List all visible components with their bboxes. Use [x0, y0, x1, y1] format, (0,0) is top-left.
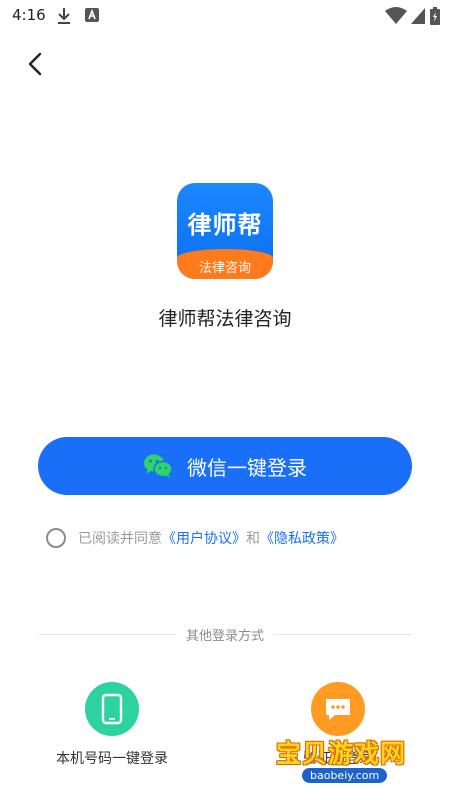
download-icon	[58, 8, 70, 24]
agreement-and: 和	[246, 531, 260, 547]
wechat-login-button[interactable]: 微信一键登录	[38, 437, 412, 495]
message-icon	[326, 699, 350, 720]
battery-icon	[430, 7, 440, 25]
other-login-title: 其他登录方式	[175, 629, 274, 644]
agreement-row: 已阅读并同意 《用户协议》 和 《隐私政策》	[46, 528, 344, 548]
back-button[interactable]	[20, 48, 52, 80]
app-name: 律师帮法律咨询	[158, 308, 292, 330]
phone-icon	[101, 693, 123, 725]
wifi-icon	[385, 7, 407, 24]
wechat-icon	[144, 454, 173, 478]
phone-login-label: 本机号码一键登录	[56, 751, 168, 767]
watermark-url: baobeiy.com	[302, 768, 388, 783]
site-watermark: 宝贝游戏网 baobeiy.com	[262, 728, 442, 792]
wechat-login-label: 微信一键登录	[187, 455, 307, 480]
phone-login-icon-circle	[85, 682, 139, 736]
logo-title: 律师帮	[187, 211, 263, 239]
privacy-policy-link[interactable]: 《隐私政策》	[260, 528, 344, 548]
phone-login-option[interactable]: 本机号码一键登录	[37, 682, 187, 768]
agreement-prefix: 已阅读并同意	[78, 531, 162, 547]
logo-subtitle: 法律咨询	[198, 261, 251, 276]
watermark-text: 宝贝游戏网	[276, 739, 407, 768]
status-bar: 4:16	[0, 0, 450, 32]
status-time: 4:16	[12, 6, 46, 24]
chevron-left-icon	[28, 52, 42, 76]
signal-icon	[411, 8, 425, 24]
user-agreement-link[interactable]: 《用户协议》	[162, 528, 246, 548]
other-login-divider: 其他登录方式	[38, 624, 412, 644]
app-notification-icon	[85, 8, 99, 22]
app-logo: 律师帮 法律咨询	[177, 183, 273, 279]
agreement-checkbox[interactable]	[46, 528, 66, 548]
